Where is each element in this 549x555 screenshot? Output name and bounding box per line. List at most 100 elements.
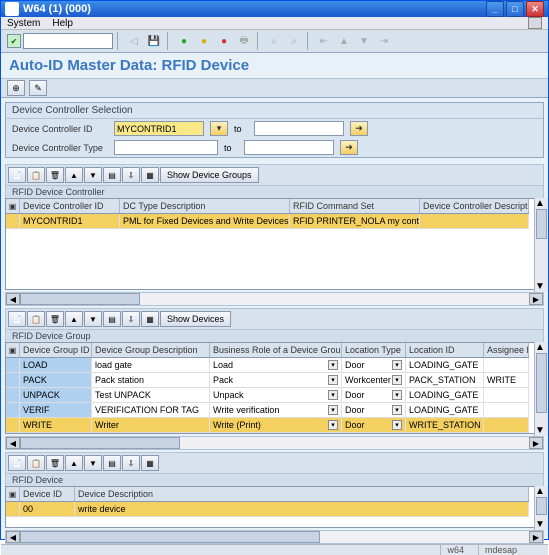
prev-page-icon[interactable]: ▲: [335, 32, 353, 50]
controller-id-to-input[interactable]: [254, 121, 344, 136]
filter-icon[interactable]: ▤: [103, 455, 121, 471]
sort-desc-icon[interactable]: ▼: [84, 167, 102, 183]
controller-vscroll[interactable]: ▲▼: [534, 198, 548, 292]
controller-type-to-input[interactable]: [244, 140, 334, 155]
menu-system[interactable]: System: [7, 18, 40, 29]
close-button[interactable]: ✕: [526, 1, 544, 17]
controller-type-from-input[interactable]: [114, 140, 218, 155]
menu-help[interactable]: Help: [52, 18, 73, 29]
save-icon[interactable]: 💾: [145, 32, 163, 50]
show-device-groups-button[interactable]: Show Device Groups: [160, 167, 259, 183]
group-row[interactable]: VERIFVERIFICATION FOR TAGWrite verificat…: [6, 403, 529, 418]
copy-icon[interactable]: 📋: [27, 455, 45, 471]
execute-icon[interactable]: ⊕: [7, 80, 25, 96]
export-icon[interactable]: ⇩: [122, 455, 140, 471]
delete-icon[interactable]: 🗑: [46, 167, 64, 183]
nav-exit-icon[interactable]: ●: [195, 32, 213, 50]
create-icon[interactable]: 📄: [8, 167, 26, 183]
col-role[interactable]: Business Role of a Device Group: [210, 343, 342, 357]
group-row[interactable]: WRITEWriterWrite (Print)▾Door▾WRITE_STAT…: [6, 418, 529, 433]
controller-row[interactable]: MYCONTRID1 PML for Fixed Devices and Wri…: [6, 214, 529, 229]
back-icon[interactable]: ◁: [125, 32, 143, 50]
create-icon[interactable]: 📄: [8, 311, 26, 327]
next-page-icon[interactable]: ▼: [355, 32, 373, 50]
layout-icon[interactable]: ▦: [141, 311, 159, 327]
row-marker[interactable]: [6, 358, 20, 372]
row-marker[interactable]: [6, 502, 20, 516]
enter-icon[interactable]: ✔: [7, 34, 21, 48]
dropdown-icon[interactable]: ▾: [328, 420, 338, 430]
print-icon[interactable]: 🖶: [235, 32, 253, 50]
delete-icon[interactable]: 🗑: [46, 311, 64, 327]
copy-icon[interactable]: 📋: [27, 167, 45, 183]
sort-desc-icon[interactable]: ▼: [84, 311, 102, 327]
dropdown-icon[interactable]: ▾: [392, 360, 402, 370]
sort-asc-icon[interactable]: ▲: [65, 311, 83, 327]
controller-hscroll[interactable]: ◀▶: [5, 292, 544, 306]
device-row[interactable]: 00 write device: [6, 502, 529, 517]
dropdown-icon[interactable]: ▾: [328, 405, 338, 415]
nav-cancel-icon[interactable]: ●: [215, 32, 233, 50]
dropdown-icon[interactable]: ▾: [328, 360, 338, 370]
grid-select-all[interactable]: ▣: [6, 487, 20, 501]
first-page-icon[interactable]: ⇤: [315, 32, 333, 50]
maximize-button[interactable]: □: [506, 1, 524, 17]
row-marker[interactable]: [6, 418, 20, 432]
col-group-desc[interactable]: Device Group Description: [92, 343, 210, 357]
dropdown-icon[interactable]: ▾: [392, 405, 402, 415]
controller-id-from-input[interactable]: [114, 121, 204, 136]
find-next-icon[interactable]: ⌕: [285, 32, 303, 50]
row-marker[interactable]: [6, 373, 20, 387]
col-device-id[interactable]: Device ID: [20, 487, 75, 501]
filter-icon[interactable]: ▤: [103, 311, 121, 327]
col-group-id[interactable]: Device Group ID: [20, 343, 92, 357]
col-controller-id[interactable]: Device Controller ID: [20, 199, 120, 213]
minimize-button[interactable]: _: [486, 1, 504, 17]
dropdown-icon[interactable]: ▾: [392, 390, 402, 400]
group-row[interactable]: LOADload gateLoad▾Door▾LOADING_GATE: [6, 358, 529, 373]
dropdown-icon[interactable]: ▾: [392, 375, 402, 385]
last-page-icon[interactable]: ⇥: [375, 32, 393, 50]
menu-dropdown-icon[interactable]: [528, 17, 542, 29]
command-field[interactable]: [23, 33, 113, 49]
edit-icon[interactable]: ✎: [29, 80, 47, 96]
copy-icon[interactable]: 📋: [27, 311, 45, 327]
controller-id-search-help[interactable]: ▾: [210, 121, 228, 136]
grid-select-all[interactable]: ▣: [6, 199, 20, 213]
export-icon[interactable]: ⇩: [122, 167, 140, 183]
col-device-desc[interactable]: Device Description: [75, 487, 529, 501]
col-assignee[interactable]: Assignee Print: [484, 343, 529, 357]
controller-id-multi-button[interactable]: ➜: [350, 121, 368, 136]
row-marker[interactable]: [6, 403, 20, 417]
sort-asc-icon[interactable]: ▲: [65, 455, 83, 471]
col-cmd-set[interactable]: RFID Command Set: [290, 199, 420, 213]
show-devices-button[interactable]: Show Devices: [160, 311, 231, 327]
create-icon[interactable]: 📄: [8, 455, 26, 471]
dropdown-icon[interactable]: ▾: [392, 420, 402, 430]
group-vscroll[interactable]: ▲▼: [534, 342, 548, 436]
layout-icon[interactable]: ▦: [141, 167, 159, 183]
device-hscroll[interactable]: ◀▶: [5, 530, 544, 544]
col-ltype[interactable]: Location Type: [342, 343, 406, 357]
row-marker[interactable]: [6, 214, 20, 228]
controller-type-multi-button[interactable]: ➜: [340, 140, 358, 155]
group-hscroll[interactable]: ◀▶: [5, 436, 544, 450]
find-icon[interactable]: ⌕: [265, 32, 283, 50]
group-row[interactable]: UNPACKTest UNPACKUnpack▾Door▾LOADING_GAT…: [6, 388, 529, 403]
sort-asc-icon[interactable]: ▲: [65, 167, 83, 183]
dropdown-icon[interactable]: ▾: [328, 390, 338, 400]
grid-select-all[interactable]: ▣: [6, 343, 20, 357]
delete-icon[interactable]: 🗑: [46, 455, 64, 471]
col-lid[interactable]: Location ID: [406, 343, 484, 357]
nav-back-icon[interactable]: ●: [175, 32, 193, 50]
group-row[interactable]: PACKPack stationPack▾Workcenter▾PACK_STA…: [6, 373, 529, 388]
device-vscroll[interactable]: ▲▼: [534, 486, 548, 530]
dropdown-icon[interactable]: ▾: [328, 375, 338, 385]
sort-desc-icon[interactable]: ▼: [84, 455, 102, 471]
col-type-desc[interactable]: DC Type Description: [120, 199, 290, 213]
filter-icon[interactable]: ▤: [103, 167, 121, 183]
export-icon[interactable]: ⇩: [122, 311, 140, 327]
col-ctrl-desc[interactable]: Device Controller Description: [420, 199, 529, 213]
layout-icon[interactable]: ▦: [141, 455, 159, 471]
row-marker[interactable]: [6, 388, 20, 402]
